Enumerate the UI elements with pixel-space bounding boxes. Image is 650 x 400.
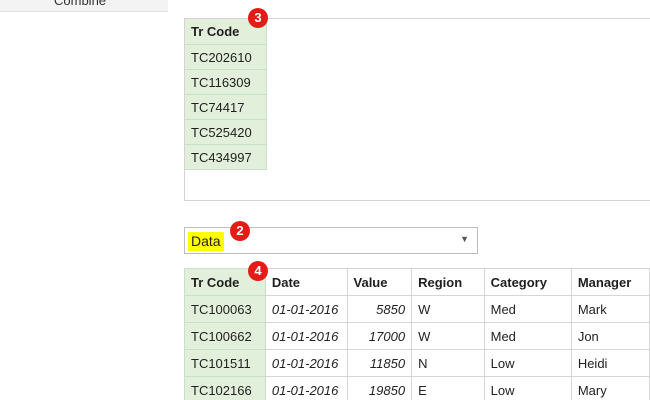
tr-code-cell[interactable]: TC116309 bbox=[185, 70, 266, 95]
cell-tr-code[interactable]: TC102166 bbox=[184, 376, 266, 400]
table-row: TC100063 01-01-2016 5850 W Med Mark bbox=[184, 295, 650, 323]
cell-manager[interactable]: Mary bbox=[570, 376, 650, 400]
column-header-date[interactable]: Date bbox=[264, 268, 348, 296]
cell-manager[interactable]: Mark bbox=[570, 295, 650, 323]
table-row: TC102166 01-01-2016 19850 E Low Mary bbox=[184, 376, 650, 400]
table-selector-dropdown[interactable]: Data ▼ bbox=[184, 227, 478, 254]
tr-code-cell[interactable]: TC202610 bbox=[185, 45, 266, 70]
cell-region[interactable]: E bbox=[411, 376, 485, 400]
chevron-down-icon[interactable]: ▼ bbox=[460, 234, 469, 244]
cell-tr-code[interactable]: TC100662 bbox=[184, 322, 266, 350]
cell-date[interactable]: 01-01-2016 bbox=[264, 376, 348, 400]
cell-date[interactable]: 01-01-2016 bbox=[264, 349, 348, 377]
combine-item[interactable]: Combine bbox=[54, 0, 106, 8]
step-badge-3: 3 bbox=[248, 8, 268, 28]
cell-value[interactable]: 19850 bbox=[346, 376, 413, 400]
cell-tr-code[interactable]: TC101511 bbox=[184, 349, 266, 377]
cell-manager[interactable]: Heidi bbox=[570, 349, 650, 377]
dropdown-selected-value: Data bbox=[188, 232, 224, 251]
table-row: TC100662 01-01-2016 17000 W Med Jon bbox=[184, 322, 650, 350]
cell-value[interactable]: 11850 bbox=[346, 349, 413, 377]
data-table: Tr Code Date Value Region Category Manag… bbox=[184, 268, 650, 400]
cell-tr-code[interactable]: TC100063 bbox=[184, 295, 266, 323]
column-header-category[interactable]: Category bbox=[483, 268, 572, 296]
tr-code-cell[interactable]: TC434997 bbox=[185, 145, 266, 170]
tr-code-cell[interactable]: TC74417 bbox=[185, 95, 266, 120]
column-header-manager[interactable]: Manager bbox=[570, 268, 650, 296]
cell-category[interactable]: Med bbox=[483, 322, 572, 350]
cell-value[interactable]: 17000 bbox=[346, 322, 413, 350]
left-pane: Combine bbox=[0, 0, 168, 12]
cell-region[interactable]: W bbox=[411, 295, 485, 323]
cell-value[interactable]: 5850 bbox=[346, 295, 413, 323]
cell-date[interactable]: 01-01-2016 bbox=[264, 322, 348, 350]
cell-date[interactable]: 01-01-2016 bbox=[264, 295, 348, 323]
cell-region[interactable]: W bbox=[411, 322, 485, 350]
tr-code-column: Tr Code TC202610 TC116309 TC74417 TC5254… bbox=[185, 19, 267, 170]
tr-code-cell[interactable]: TC525420 bbox=[185, 120, 266, 145]
column-header-region[interactable]: Region bbox=[411, 268, 485, 296]
table-row: TC101511 01-01-2016 11850 N Low Heidi bbox=[184, 349, 650, 377]
column-header-value[interactable]: Value bbox=[346, 268, 413, 296]
step-badge-2: 2 bbox=[230, 221, 250, 241]
tr-code-list-panel: Tr Code TC202610 TC116309 TC74417 TC5254… bbox=[184, 18, 650, 201]
cell-category[interactable]: Low bbox=[483, 349, 572, 377]
cell-category[interactable]: Low bbox=[483, 376, 572, 400]
step-badge-4: 4 bbox=[248, 261, 268, 281]
cell-category[interactable]: Med bbox=[483, 295, 572, 323]
cell-region[interactable]: N bbox=[411, 349, 485, 377]
cell-manager[interactable]: Jon bbox=[570, 322, 650, 350]
